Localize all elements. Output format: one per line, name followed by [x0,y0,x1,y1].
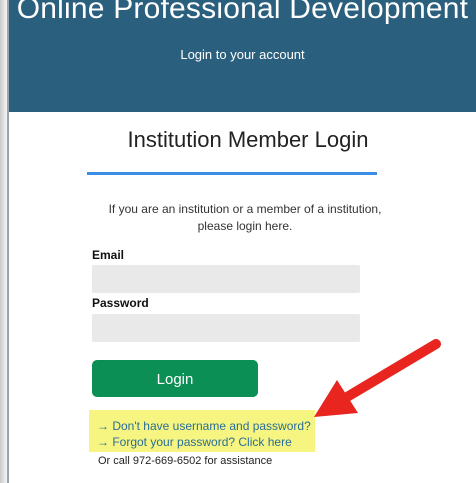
login-button[interactable]: Login [92,360,258,397]
login-heading: Institution Member Login [127,127,369,152]
password-field[interactable] [92,314,360,342]
site-header: Online Professional Development Login to… [9,0,476,112]
login-intro-text: If you are an institution or a member of… [108,202,382,233]
heading-divider [87,172,377,175]
no-account-link[interactable]: → Don't have username and password? [97,419,311,433]
email-label: Email [92,248,125,262]
site-subtitle: Login to your account [180,47,305,62]
assistance-text: Or call 972-669-6502 for assistance [98,455,273,467]
page-frame: Online Professional Development Login to… [0,0,476,483]
site-title: Online Professional Development [16,0,469,25]
email-field[interactable] [92,265,360,293]
left-shadow [0,0,7,483]
password-label: Password [92,296,149,310]
forgot-password-link[interactable]: → Forgot your password? Click here [97,435,292,449]
